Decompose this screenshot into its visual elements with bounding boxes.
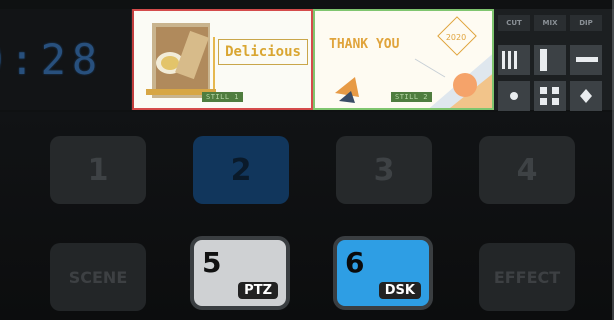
input-button-3-label: 3: [373, 152, 395, 188]
input-button-2-label: 2: [230, 152, 252, 188]
dsk-button-label: DSK: [378, 282, 421, 299]
input-button-4-label: 4: [516, 152, 538, 188]
input-button-2[interactable]: 2: [193, 136, 289, 204]
still-1-tag: STILL 1: [202, 92, 244, 102]
timer-display: 0:28: [0, 9, 132, 110]
still-1-thumbnail[interactable]: Delicious STILL 1: [132, 9, 313, 110]
still-2-thumbnail[interactable]: THANK YOU 2020 STILL 2: [313, 9, 494, 110]
input-button-1[interactable]: 1: [50, 136, 146, 204]
input-button-4[interactable]: 4: [479, 136, 575, 204]
still-2-year: 2020: [445, 32, 467, 42]
transition-mix[interactable]: MIX: [534, 15, 566, 31]
transition-panel: CUT MIX DIP: [494, 9, 614, 111]
timer-value: 0:28: [0, 35, 104, 84]
ptz-button-label: PTZ: [238, 282, 278, 299]
ptz-button-number: 5: [202, 246, 222, 279]
still-2-tag: STILL 2: [391, 92, 433, 102]
switcher-screen: 0:28 Delicious STILL 1 THANK YOU 2020 ST…: [0, 0, 614, 320]
dsk-button-number: 6: [345, 246, 365, 279]
input-button-1-label: 1: [87, 152, 109, 188]
transition-cut[interactable]: CUT: [498, 15, 530, 31]
scene-button-label: SCENE: [68, 267, 128, 287]
effect-button[interactable]: EFFECT: [479, 243, 575, 311]
input-button-3[interactable]: 3: [336, 136, 432, 204]
transition-icons: [498, 45, 602, 111]
still-1-title: Delicious: [218, 39, 308, 65]
effect-button-label: EFFECT: [493, 267, 561, 287]
dsk-button[interactable]: 6 DSK: [333, 236, 433, 310]
still-2-title: THANK YOU: [329, 37, 400, 52]
scene-button[interactable]: SCENE: [50, 243, 146, 311]
transition-dip[interactable]: DIP: [570, 15, 602, 31]
ptz-button[interactable]: 5 PTZ: [190, 236, 290, 310]
